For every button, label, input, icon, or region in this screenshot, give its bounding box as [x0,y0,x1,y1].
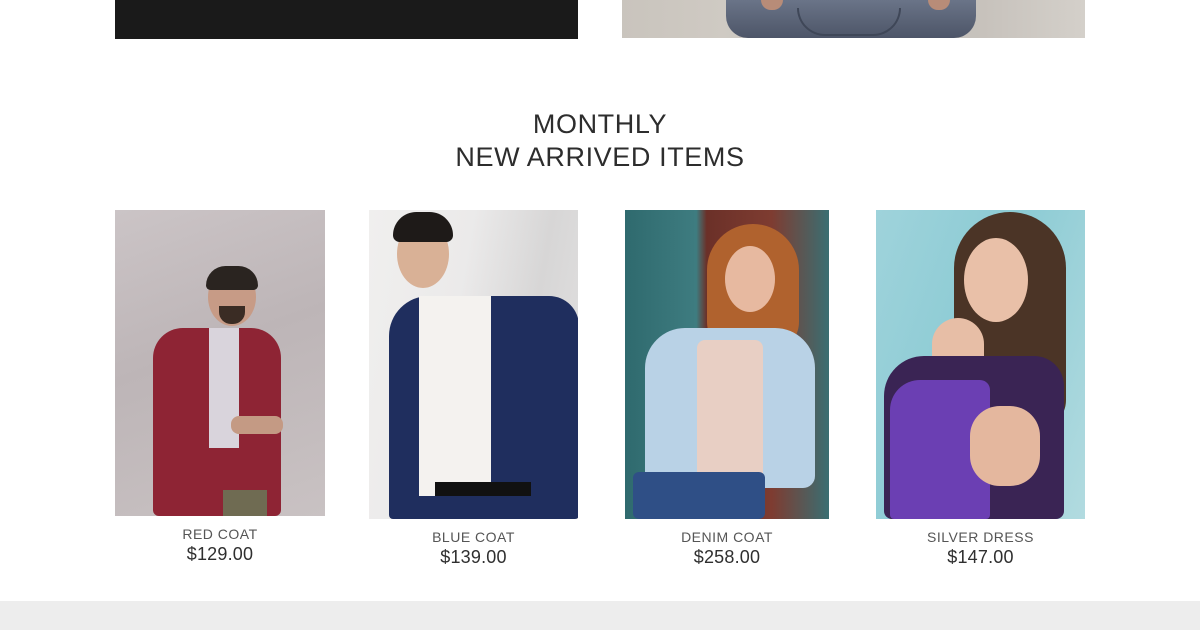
section-heading: MONTHLY NEW ARRIVED ITEMS [0,108,1200,174]
product-price: $147.00 [947,547,1014,567]
product-image-red-coat[interactable] [115,210,325,516]
jeans-graphic [633,472,765,519]
hands-phone-graphic [231,416,283,434]
product-name[interactable]: DENIM COAT [625,529,829,545]
product-name[interactable]: RED COAT [115,526,325,542]
product-price: $129.00 [186,544,254,564]
model-hair-graphic [393,212,453,242]
product-card-silver-dress[interactable]: SILVER DRESS $147.00 [876,210,1085,568]
product-price: $139.00 [440,547,507,567]
product-name[interactable]: BLUE COAT [369,529,578,545]
top-banner-left-image[interactable] [115,0,578,39]
product-image-blue-coat[interactable] [369,210,578,519]
product-image-silver-dress[interactable] [876,210,1085,519]
product-price: $258.00 [693,547,761,567]
product-card-blue-coat[interactable]: BLUE COAT $139.00 [369,210,578,568]
product-card-red-coat[interactable]: RED COAT $129.00 [115,210,325,565]
top-graphic [697,340,763,480]
section-heading-line1: MONTHLY [532,109,668,139]
trousers-graphic [223,490,267,516]
belt-graphic [435,482,531,496]
top-banner-right-image[interactable] [622,0,1085,38]
jeans-seam-graphic [797,8,901,36]
section-heading-line2: NEW ARRIVED ITEMS [455,142,745,172]
model-hair-graphic [206,266,258,290]
model-head-graphic [725,246,775,312]
product-image-denim-coat[interactable] [625,210,829,519]
product-name[interactable]: SILVER DRESS [876,529,1085,545]
footer-band [0,601,1200,630]
product-card-denim-coat[interactable]: DENIM COAT $258.00 [625,210,829,568]
model-head-graphic [964,238,1028,322]
shirt-graphic [419,296,491,496]
shoulder-graphic [970,406,1040,486]
